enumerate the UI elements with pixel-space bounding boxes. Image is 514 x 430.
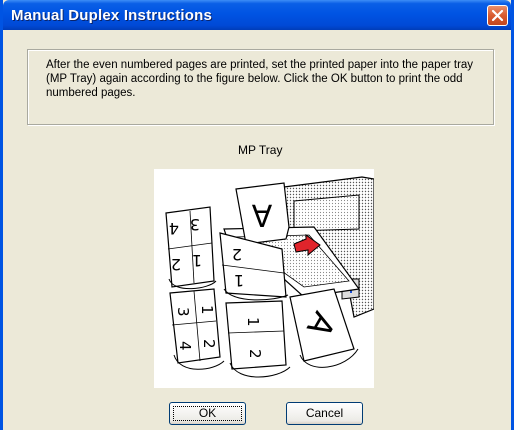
svg-text:3: 3 xyxy=(190,215,200,234)
title-bar[interactable]: Manual Duplex Instructions xyxy=(3,0,511,30)
svg-text:2: 2 xyxy=(171,255,181,274)
close-icon xyxy=(491,9,504,22)
window-title: Manual Duplex Instructions xyxy=(11,7,213,24)
page-stack-left: 4 3 2 1 xyxy=(165,206,217,290)
page-A-top: A xyxy=(235,182,290,245)
svg-text:1: 1 xyxy=(244,317,262,327)
svg-text:1: 1 xyxy=(198,305,216,315)
svg-text:2: 2 xyxy=(246,349,264,359)
svg-text:1: 1 xyxy=(234,271,244,290)
close-button[interactable] xyxy=(487,5,508,26)
svg-text:A: A xyxy=(251,197,272,232)
cancel-button[interactable]: Cancel xyxy=(286,402,363,425)
instructions-box: After the even numbered pages are printe… xyxy=(27,49,494,125)
svg-text:4: 4 xyxy=(176,341,194,351)
cancel-button-label: Cancel xyxy=(305,406,344,420)
instructions-text: After the even numbered pages are printe… xyxy=(46,59,474,99)
page-stack-bottom-middle: 1 2 xyxy=(225,300,291,378)
dialog-window: Manual Duplex Instructions After the eve… xyxy=(0,0,514,430)
page-stack-bottom-left: 3 4 1 2 xyxy=(169,288,225,370)
svg-text:2: 2 xyxy=(232,245,242,264)
svg-text:1: 1 xyxy=(192,251,202,270)
svg-text:4: 4 xyxy=(169,219,179,238)
svg-text:2: 2 xyxy=(200,339,218,349)
duplex-illustration: A 4 3 2 1 2 1 3 4 1 2 1 2 A xyxy=(165,176,375,378)
ok-button[interactable]: OK xyxy=(169,402,246,425)
svg-text:3: 3 xyxy=(174,307,192,317)
focus-rect xyxy=(173,406,242,421)
page-A-bottom: A xyxy=(289,288,359,368)
duplex-figure: A 4 3 2 1 2 1 3 4 1 2 1 2 A xyxy=(154,169,375,388)
tray-label: MP Tray xyxy=(238,143,283,157)
